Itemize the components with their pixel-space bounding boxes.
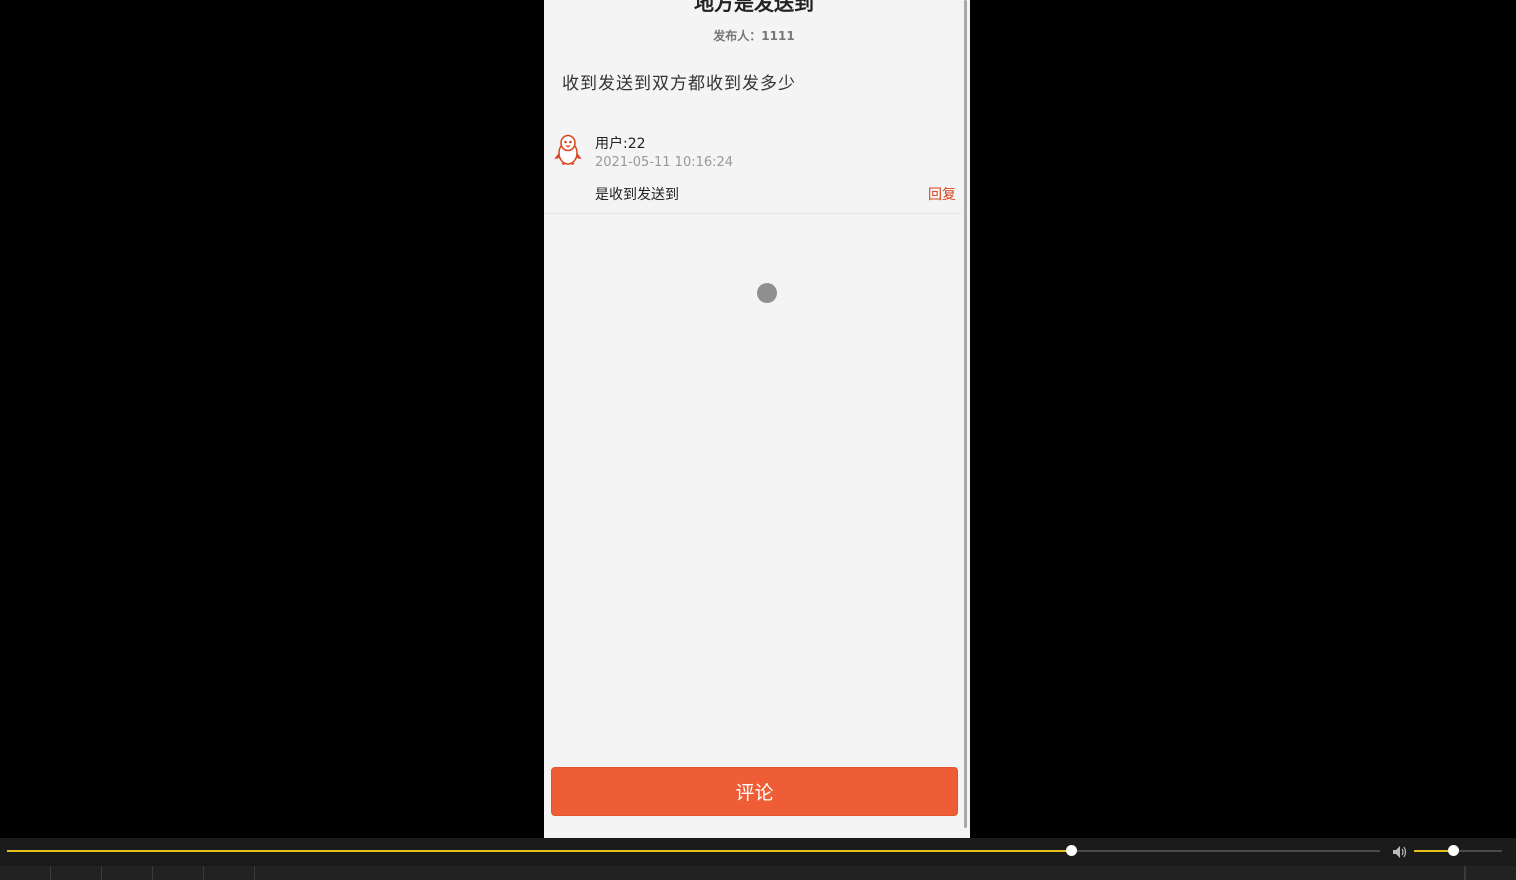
penguin-icon [554,134,582,166]
post-publisher: 发布人：1111 [713,29,795,43]
post-title: 地方是发送到 [694,0,814,15]
article-page: 地方是发送到 发布人：1111 收到发送到双方都收到发多少 用户:22 2021… [544,0,970,838]
toolbar-cell[interactable] [204,866,255,880]
post-body: 收到发送到双方都收到发多少 [562,74,796,94]
loading-spinner [757,283,777,303]
bottom-toolbar [0,866,1516,880]
comment-time: 2021-05-11 10:16:24 [595,155,734,170]
progress-bar[interactable] [7,845,1380,856]
video-stage: 地方是发送到 发布人：1111 收到发送到双方都收到发多少 用户:22 2021… [0,0,1516,838]
progress-fill [7,850,1072,852]
volume-fill [1414,850,1453,852]
toolbar-cell[interactable] [1464,866,1466,880]
comment-button[interactable]: 评论 [551,767,958,816]
progress-handle[interactable] [1066,845,1078,856]
scrollbar-thumb[interactable] [964,0,967,828]
toolbar-cell[interactable] [153,866,204,880]
scrollbar[interactable] [962,0,970,838]
volume-handle[interactable] [1447,845,1459,856]
volume-slider[interactable] [1414,845,1502,856]
toolbar-cell[interactable] [51,866,102,880]
reply-link[interactable]: 回复 [928,184,956,204]
volume-icon[interactable] [1392,844,1408,858]
comment-user: 用户:22 [595,136,646,152]
player-controls [0,838,1516,880]
toolbar-cell[interactable] [102,866,153,880]
comment-text: 是收到发送到 [595,187,679,203]
comment-item: 用户:22 2021-05-11 10:16:24 是收到发送到 回复 [544,128,964,214]
toolbar-cell[interactable] [0,866,51,880]
